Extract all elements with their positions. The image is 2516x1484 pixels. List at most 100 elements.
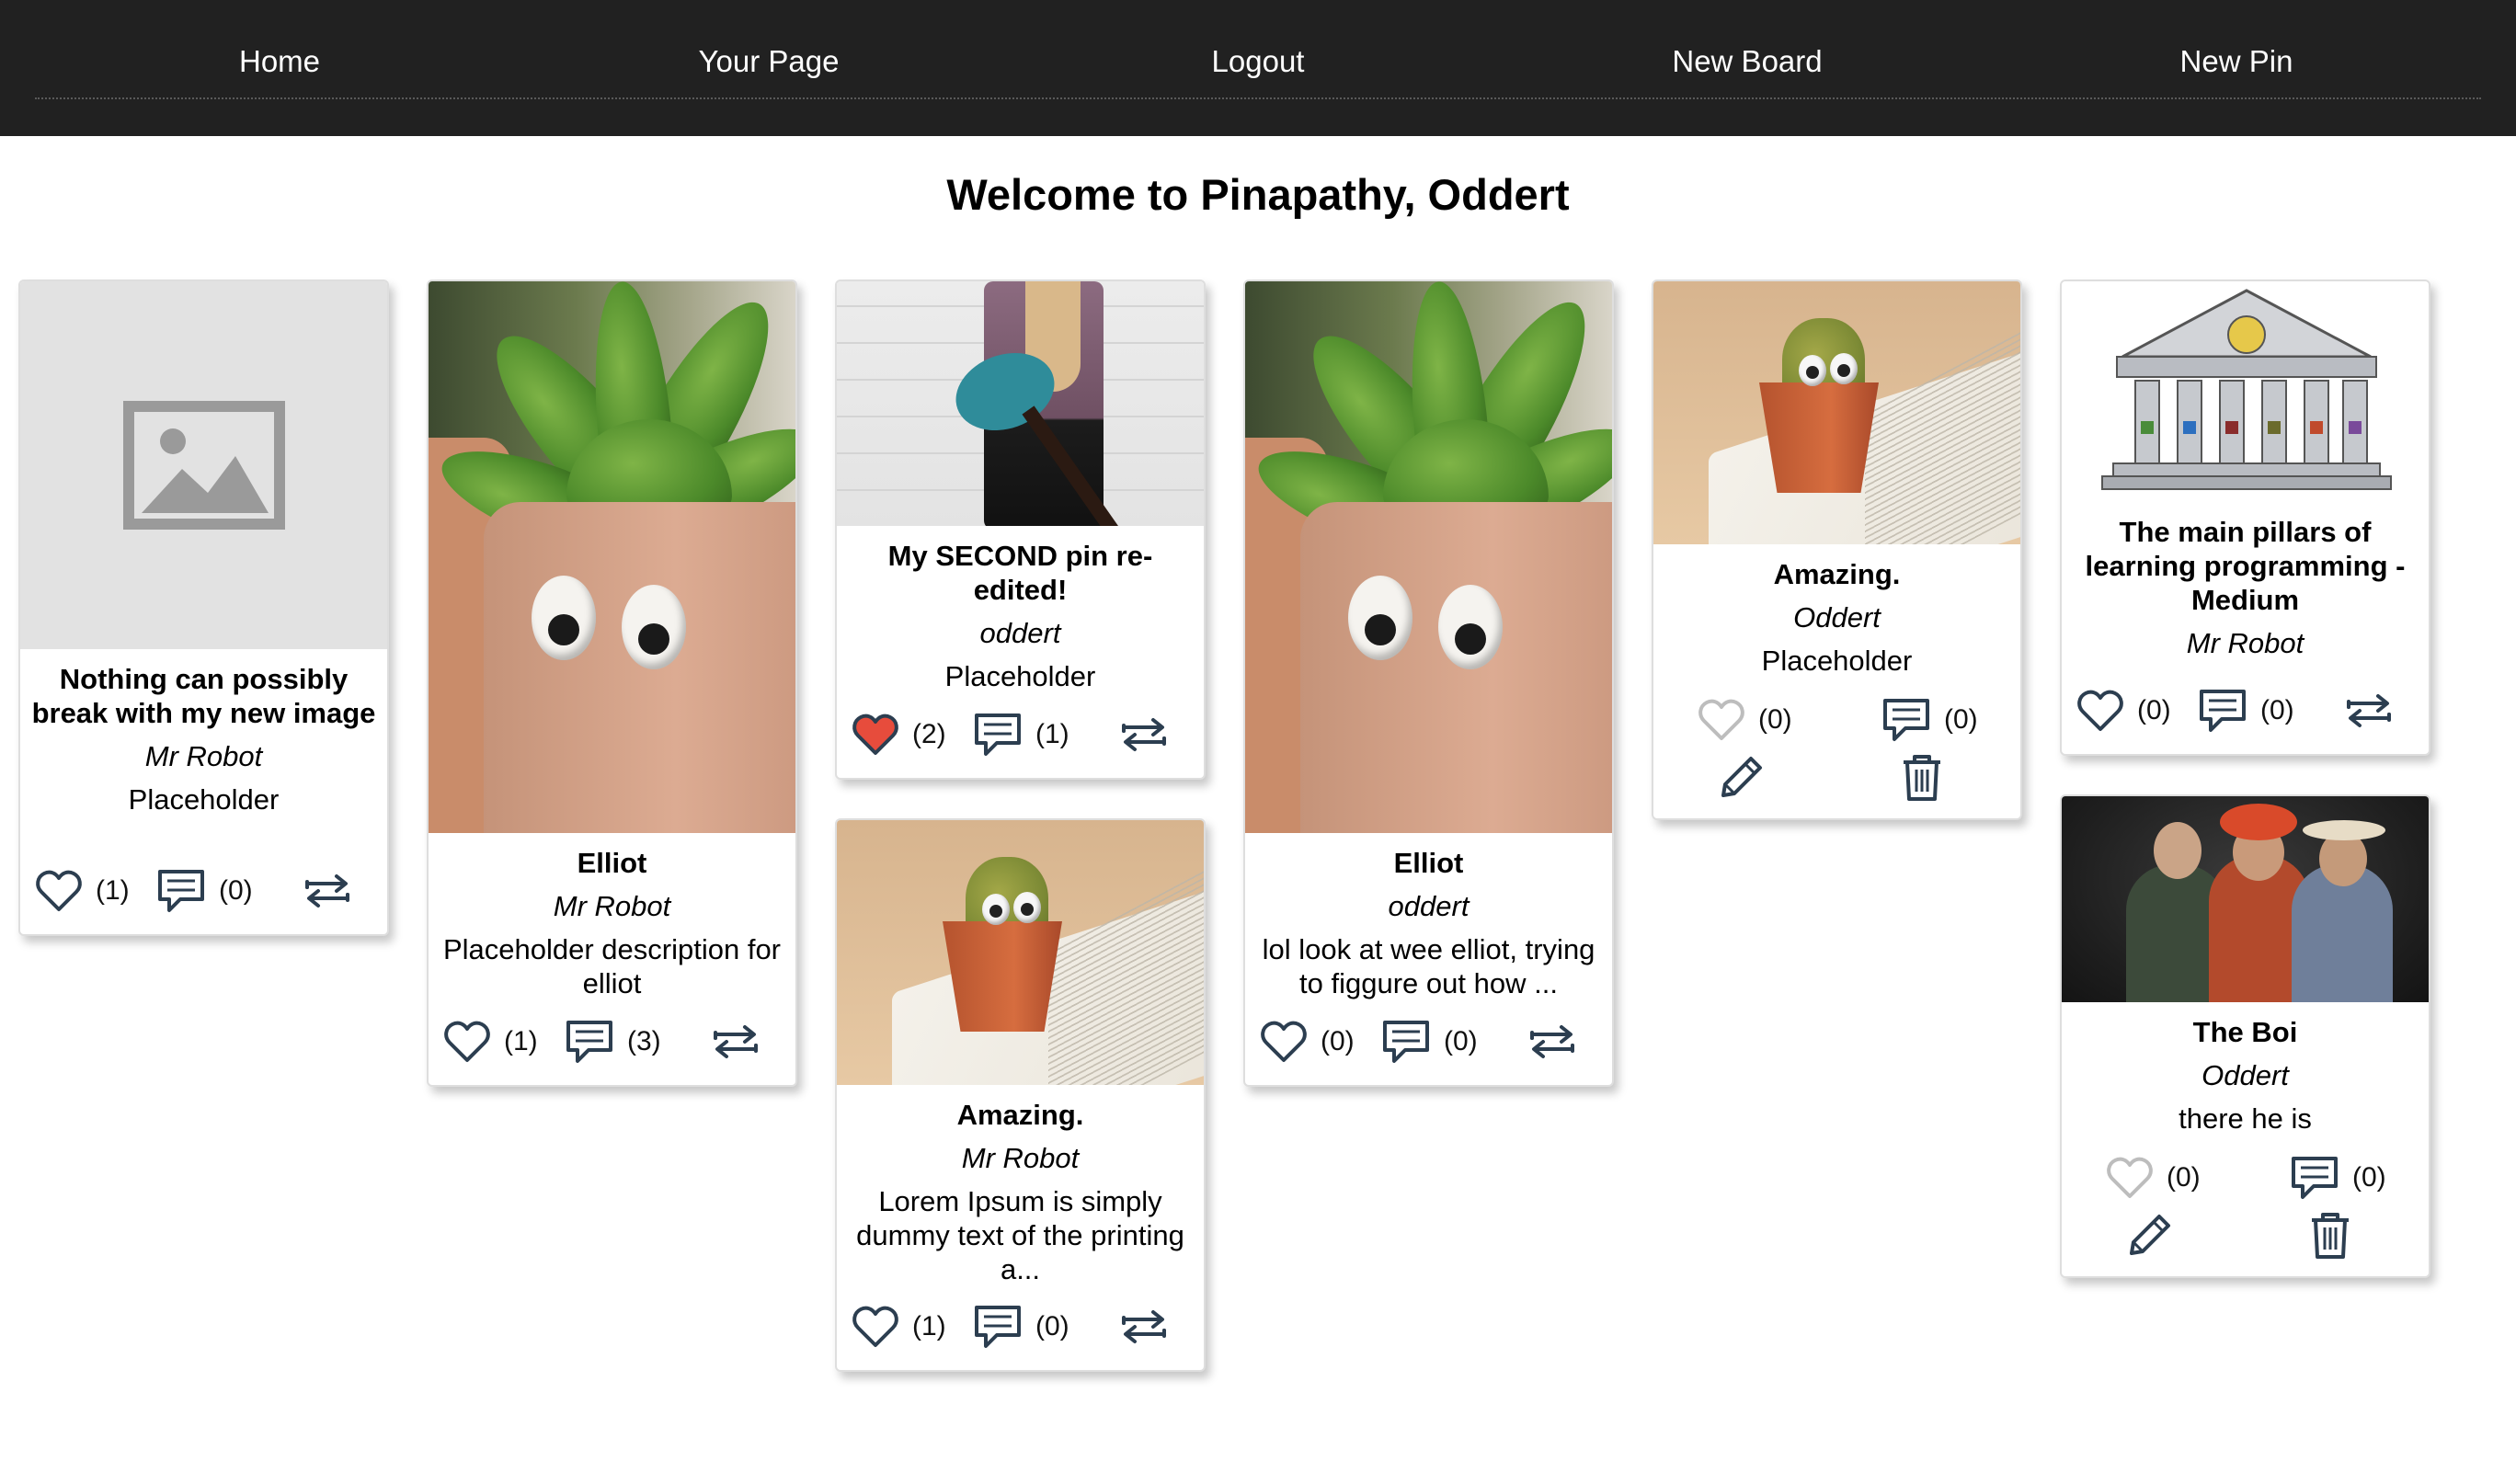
comment-button[interactable]: (0) (1881, 690, 1978, 750)
comment-button[interactable]: (0) (2290, 1147, 2386, 1208)
repost-button[interactable] (298, 861, 357, 921)
cactus-book-photo[interactable] (837, 820, 1204, 1085)
pin-author[interactable]: oddert (1254, 889, 1603, 923)
delete-button[interactable] (1900, 747, 1944, 807)
guitar-photo[interactable] (837, 281, 1204, 526)
pin-title[interactable]: Elliot (438, 846, 786, 880)
pin-description: there he is (2179, 1102, 2312, 1135)
like-button[interactable]: (2) (852, 704, 946, 765)
like-count: (0) (1758, 704, 1792, 735)
pin-card[interactable]: The Boi Oddert there he is (0) (0) (2060, 794, 2430, 1278)
pin-title[interactable]: My SECOND pin re-edited! (846, 539, 1195, 607)
comment-count: (0) (2352, 1162, 2386, 1193)
succulent-googly-eyes-photo[interactable] (429, 281, 795, 833)
comment-count: (0) (2260, 695, 2294, 725)
heart-icon (36, 870, 82, 911)
pin-title[interactable]: The main pillars of learning programming… (2071, 515, 2419, 617)
pin-card[interactable]: Elliot oddert lol look at wee elliot, tr… (1243, 280, 1614, 1087)
pin-card[interactable]: My SECOND pin re-edited! oddert Placehol… (835, 280, 1206, 780)
repost-icon (1122, 718, 1166, 751)
pin-description: lol look at wee elliot, trying to figgur… (1262, 933, 1595, 999)
pencil-icon (1721, 757, 1762, 797)
pin-description: Placeholder description for elliot (442, 933, 782, 999)
pin-title[interactable]: Amazing. (846, 1098, 1195, 1132)
pin-description: Placeholder (1761, 645, 1913, 677)
comment-icon (1383, 1021, 1429, 1063)
comment-button[interactable]: (0) (1381, 1011, 1478, 1072)
repost-button[interactable] (706, 1011, 765, 1072)
pin-actions: (1) (0) (837, 1296, 1204, 1357)
pin-author[interactable]: Mr Robot (29, 739, 378, 773)
pin-title[interactable]: The Boi (2071, 1015, 2419, 1049)
comment-button[interactable]: (0) (2198, 680, 2294, 741)
three-men-photo[interactable] (2062, 796, 2429, 1002)
comment-count: (0) (1944, 704, 1978, 735)
like-button[interactable]: (0) (2076, 680, 2171, 741)
comment-count: (3) (627, 1026, 661, 1056)
delete-button[interactable] (2308, 1204, 2352, 1265)
like-count: (1) (504, 1026, 538, 1056)
pin-author[interactable]: Oddert (1663, 600, 2011, 634)
nav-new-pin-link[interactable]: New Pin (1992, 26, 2481, 97)
repost-button[interactable] (1115, 704, 1173, 765)
pin-card[interactable]: Nothing can possibly break with my new i… (18, 280, 389, 936)
like-count: (2) (912, 719, 946, 749)
temple-pillars-illustration[interactable] (2062, 281, 2429, 502)
edit-button[interactable] (2124, 1204, 2176, 1265)
comment-count: (1) (1035, 719, 1069, 749)
repost-icon (1530, 1025, 1574, 1058)
heart-icon (2077, 690, 2123, 731)
pin-author[interactable]: Oddert (2071, 1058, 2419, 1092)
pin-author[interactable]: Mr Robot (2071, 626, 2419, 660)
pin-card[interactable]: Amazing. Oddert Placeholder (0) (0) (1652, 280, 2022, 820)
comment-button[interactable]: (3) (565, 1011, 661, 1072)
comment-icon (975, 713, 1021, 756)
heart-icon (2107, 1157, 2153, 1198)
nav-logout-link[interactable]: Logout (1013, 26, 1503, 97)
pin-actions: (1) (0) (20, 861, 387, 921)
trash-icon (1904, 755, 1940, 801)
repost-button[interactable] (1115, 1296, 1173, 1357)
repost-icon (2347, 694, 2391, 727)
comment-icon (1883, 699, 1929, 741)
image-placeholder-icon[interactable] (20, 281, 387, 649)
pin-card[interactable]: The main pillars of learning programming… (2060, 280, 2430, 756)
like-button[interactable]: (0) (2106, 1147, 2201, 1208)
like-count: (0) (1321, 1026, 1355, 1056)
repost-icon (305, 874, 349, 908)
comment-button[interactable]: (0) (156, 861, 253, 921)
heart-filled-icon (852, 713, 898, 755)
like-count: (0) (2167, 1162, 2201, 1193)
pin-card[interactable]: Elliot Mr Robot Placeholder description … (427, 280, 797, 1087)
repost-button[interactable] (2339, 680, 2398, 741)
like-button[interactable]: (1) (443, 1011, 538, 1072)
like-button[interactable]: (1) (35, 861, 130, 921)
pin-actions: (0) (0) (2062, 1147, 2429, 1208)
pin-author[interactable]: Mr Robot (438, 889, 786, 923)
pin-description: Placeholder (944, 660, 1096, 692)
pin-title[interactable]: Elliot (1254, 846, 1603, 880)
nav-new-board-link[interactable]: New Board (1503, 26, 1992, 97)
comment-button[interactable]: (1) (973, 704, 1069, 765)
comment-button[interactable]: (0) (973, 1296, 1069, 1357)
pin-author[interactable]: Mr Robot (846, 1141, 1195, 1175)
pin-author[interactable]: oddert (846, 616, 1195, 650)
pin-actions: (2) (1) (837, 704, 1204, 765)
pin-title[interactable]: Amazing. (1663, 557, 2011, 591)
like-button[interactable]: (0) (1698, 690, 1792, 750)
like-count: (0) (2137, 695, 2171, 725)
like-button[interactable]: (1) (852, 1296, 946, 1357)
edit-button[interactable] (1716, 747, 1767, 807)
like-button[interactable]: (0) (1260, 1011, 1355, 1072)
nav-your-page-link[interactable]: Your Page (524, 26, 1013, 97)
pin-card[interactable]: Amazing. Mr Robot Lorem Ipsum is simply … (835, 818, 1206, 1372)
succulent-googly-eyes-photo[interactable] (1245, 281, 1612, 833)
pin-title[interactable]: Nothing can possibly break with my new i… (29, 662, 378, 730)
like-count: (1) (96, 875, 130, 906)
nav-home-link[interactable]: Home (35, 26, 524, 97)
cactus-book-photo[interactable] (1653, 281, 2020, 544)
repost-button[interactable] (1523, 1011, 1582, 1072)
comment-icon (2200, 690, 2246, 732)
pin-actions: (0) (0) (1245, 1011, 1612, 1072)
page-title: Welcome to Pinapathy, Oddert (946, 170, 1570, 219)
